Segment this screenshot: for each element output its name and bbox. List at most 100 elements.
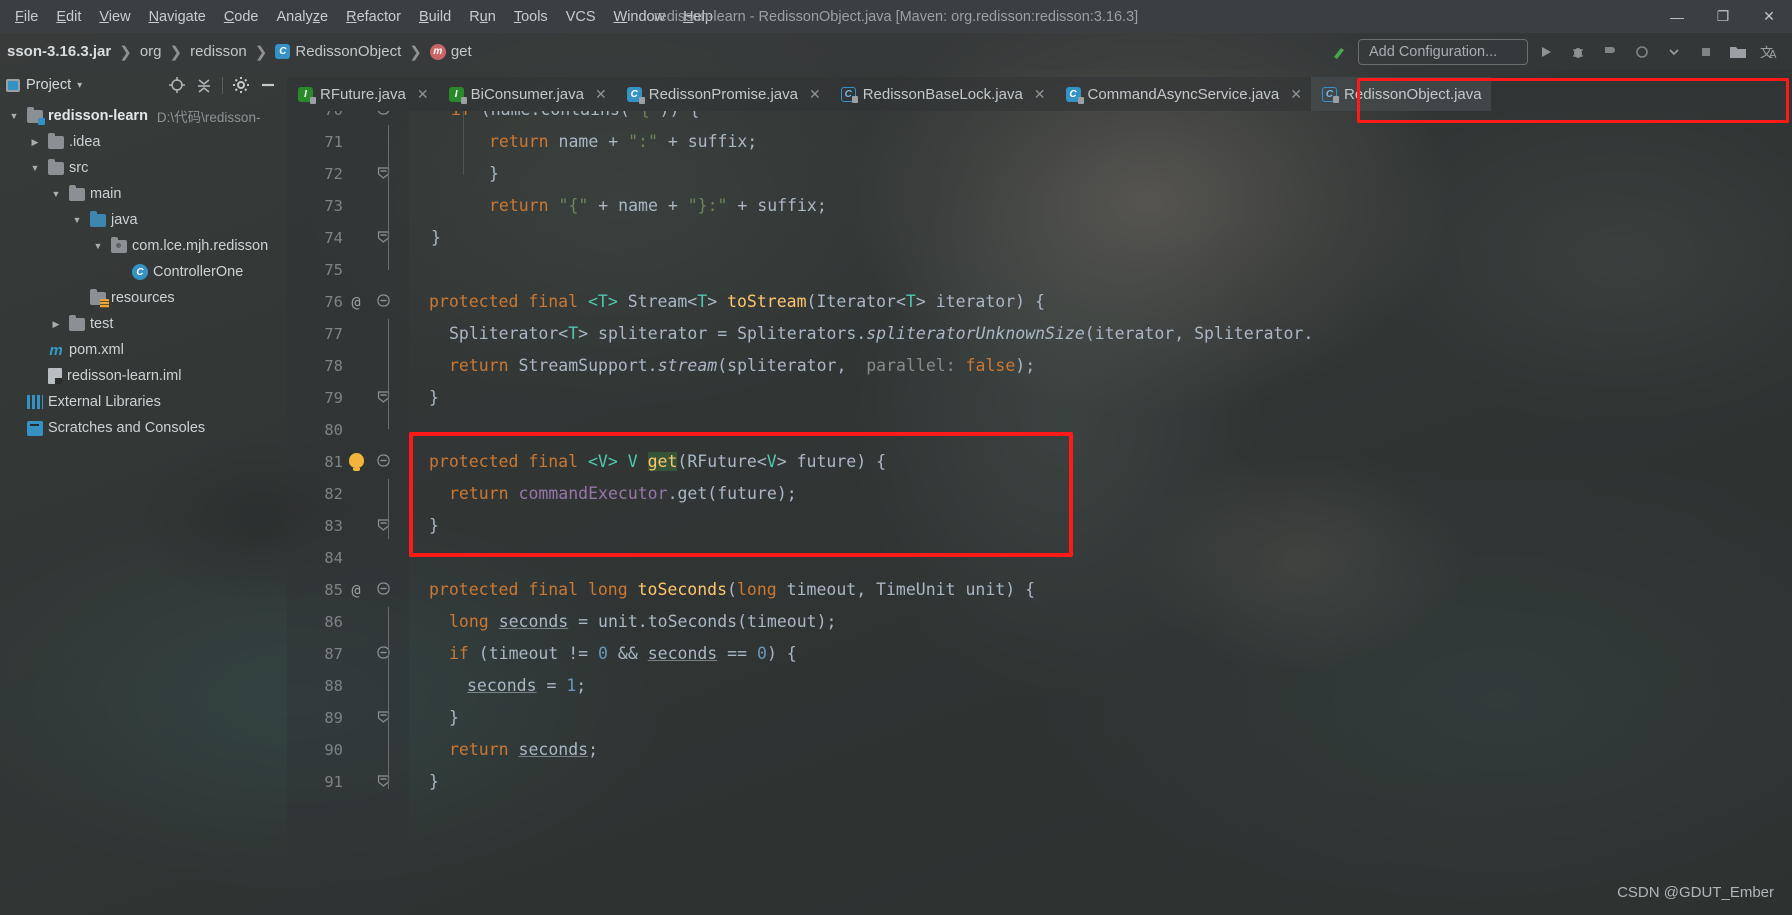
tree-item-path: D:\代码\redisson- [156, 110, 261, 125]
editor-gutter[interactable]: 70717273747576@777879808182838485@868788… [287, 111, 409, 915]
override-marker-icon[interactable]: @ [343, 581, 369, 599]
collapse-all-icon[interactable] [195, 76, 213, 94]
tree-item-com-lce-mjh-redisson[interactable]: ▼ com.lce.mjh.redisson [0, 233, 287, 259]
code-token: ) { [766, 644, 797, 663]
close-icon[interactable]: ✕ [809, 86, 821, 103]
code-line: } [429, 510, 439, 542]
breadcrumb-item-redissonobject[interactable]: C RedissonObject [268, 41, 408, 62]
code-token: == [717, 644, 757, 663]
chevron-down-icon[interactable]: ▼ [90, 241, 106, 251]
profile-icon[interactable] [1628, 38, 1656, 66]
chevron-down-icon[interactable]: ▼ [69, 215, 85, 225]
menu-item-analyze[interactable]: Analyze [268, 5, 338, 29]
line-number: 72 [324, 165, 343, 183]
chevron-right-icon[interactable]: ▶ [48, 319, 64, 330]
chevron-down-icon[interactable]: ▼ [48, 189, 64, 199]
code-fold-toggle[interactable] [369, 230, 397, 247]
run-configuration-selector[interactable]: Add Configuration... [1358, 38, 1528, 65]
code-line: } [489, 158, 499, 190]
editor-tab-biconsumer-java[interactable]: I BiConsumer.java ✕ [438, 77, 616, 111]
menu-item-file[interactable]: File [6, 5, 47, 29]
menu-item-build[interactable]: Build [410, 5, 460, 29]
open-folder-icon[interactable] [1724, 38, 1752, 66]
locate-target-icon[interactable] [168, 76, 186, 94]
chevron-right-icon[interactable]: ▶ [27, 137, 43, 148]
code-token: .get(future); [667, 484, 797, 503]
breadcrumb-item-redisson[interactable]: redisson [183, 41, 254, 62]
editor-tab-redissonobject-java[interactable]: C RedissonObject.java [1311, 77, 1491, 111]
editor-tab-commandasyncservice-java[interactable]: C CommandAsyncService.java ✕ [1055, 77, 1311, 111]
minimize-button[interactable]: — [1654, 0, 1700, 33]
chevron-down-icon[interactable]: ▼ [27, 163, 43, 173]
close-icon[interactable]: ✕ [1290, 86, 1302, 103]
line-number: 82 [324, 485, 343, 503]
code-fold-toggle[interactable] [369, 111, 397, 119]
tree-item-src[interactable]: ▼ src [0, 155, 287, 181]
tree-item-pom-xml[interactable]: m pom.xml [0, 337, 287, 363]
menu-item-view[interactable]: View [90, 5, 139, 29]
editor-tab-redissonpromise-java[interactable]: C RedissonPromise.java ✕ [616, 77, 830, 111]
close-button[interactable]: ✕ [1746, 0, 1792, 33]
tree-item-scratches-and-consoles[interactable]: Scratches and Consoles [0, 415, 287, 441]
tree-item-resources[interactable]: resources [0, 285, 287, 311]
tree-item--idea[interactable]: ▶ .idea [0, 129, 287, 155]
code-editor[interactable]: 70717273747576@777879808182838485@868788… [287, 111, 1792, 915]
menu-item-run[interactable]: Run [460, 5, 505, 29]
debug-icon[interactable] [1564, 38, 1592, 66]
code-fold-toggle[interactable] [369, 166, 397, 183]
menu-item-tools[interactable]: Tools [505, 5, 557, 29]
tree-item-java[interactable]: ▼ java [0, 207, 287, 233]
code-token: ; [588, 740, 599, 759]
breadcrumb-item-get[interactable]: m get [423, 41, 479, 62]
breadcrumb-item-org[interactable]: org [133, 41, 169, 62]
code-fold-toggle[interactable] [369, 390, 397, 407]
tree-item-external-libraries[interactable]: External Libraries [0, 389, 287, 415]
code-fold-toggle[interactable] [369, 645, 397, 663]
chevron-down-icon[interactable]: ▼ [6, 111, 22, 121]
close-icon[interactable]: ✕ [595, 86, 607, 103]
chevron-down-icon[interactable] [1660, 38, 1688, 66]
stop-icon[interactable] [1692, 38, 1720, 66]
editor-tab-redissonbaselock-java[interactable]: C RedissonBaseLock.java ✕ [830, 77, 1055, 111]
menu-item-code[interactable]: Code [215, 5, 268, 29]
code-fold-toggle[interactable] [369, 453, 397, 471]
breadcrumb-label: RedissonObject [295, 43, 402, 60]
close-icon[interactable]: ✕ [417, 86, 429, 103]
code-fold-toggle[interactable] [369, 774, 397, 791]
maximize-button[interactable]: ❐ [1700, 0, 1746, 33]
code-fold-toggle[interactable] [369, 710, 397, 727]
settings-gear-icon[interactable] [232, 76, 250, 94]
menu-item-edit[interactable]: Edit [47, 5, 90, 29]
menu-item-window[interactable]: Window [605, 5, 675, 29]
tree-item-redisson-learn-iml[interactable]: redisson-learn.iml [0, 363, 287, 389]
build-hammer-icon[interactable] [1326, 38, 1354, 66]
run-coverage-icon[interactable] [1596, 38, 1624, 66]
gutter-row: 70 [287, 111, 409, 126]
close-icon[interactable]: ✕ [1034, 86, 1046, 103]
breadcrumb-item-sson-3-16-3-jar[interactable]: sson-3.16.3.jar [0, 41, 118, 62]
tree-item-main[interactable]: ▼ main [0, 181, 287, 207]
tree-item-controllerone[interactable]: C ControllerOne [0, 259, 287, 285]
tree-item-test[interactable]: ▶ test [0, 311, 287, 337]
tree-item-redisson-learn[interactable]: ▼ redisson-learn D:\代码\redisson- [0, 103, 287, 129]
menu-item-help[interactable]: Help [674, 5, 722, 29]
menu-item-refactor[interactable]: Refactor [337, 5, 410, 29]
run-icon[interactable] [1532, 38, 1560, 66]
translate-icon[interactable]: 文A [1756, 38, 1784, 66]
menu-item-navigate[interactable]: Navigate [140, 5, 215, 29]
intention-bulb-icon[interactable] [348, 452, 364, 471]
code-fold-toggle[interactable] [369, 581, 397, 599]
code-fold-toggle[interactable] [369, 293, 397, 311]
navigation-bar: sson-3.16.3.jar ❯ org ❯ redisson ❯ C RedissonOb… [0, 33, 1792, 70]
project-panel-title-group[interactable]: Project ▾ [6, 77, 82, 93]
tree-item-label: com.lce.mjh.redisson [132, 238, 269, 254]
override-marker-icon[interactable]: @ [343, 293, 369, 311]
editor-tab-rfuture-java[interactable]: I RFuture.java ✕ [287, 77, 438, 111]
hide-panel-icon[interactable] [259, 76, 277, 94]
menu-item-vcs[interactable]: VCS [557, 5, 605, 29]
code-fold-toggle[interactable] [369, 518, 397, 535]
chevron-down-icon[interactable]: ▾ [77, 80, 82, 91]
code-text-area[interactable]: if (name.contains("{")) {return name + "… [409, 111, 1792, 915]
code-token: protected final [429, 292, 588, 311]
intention-bulb-icon[interactable] [343, 452, 369, 472]
